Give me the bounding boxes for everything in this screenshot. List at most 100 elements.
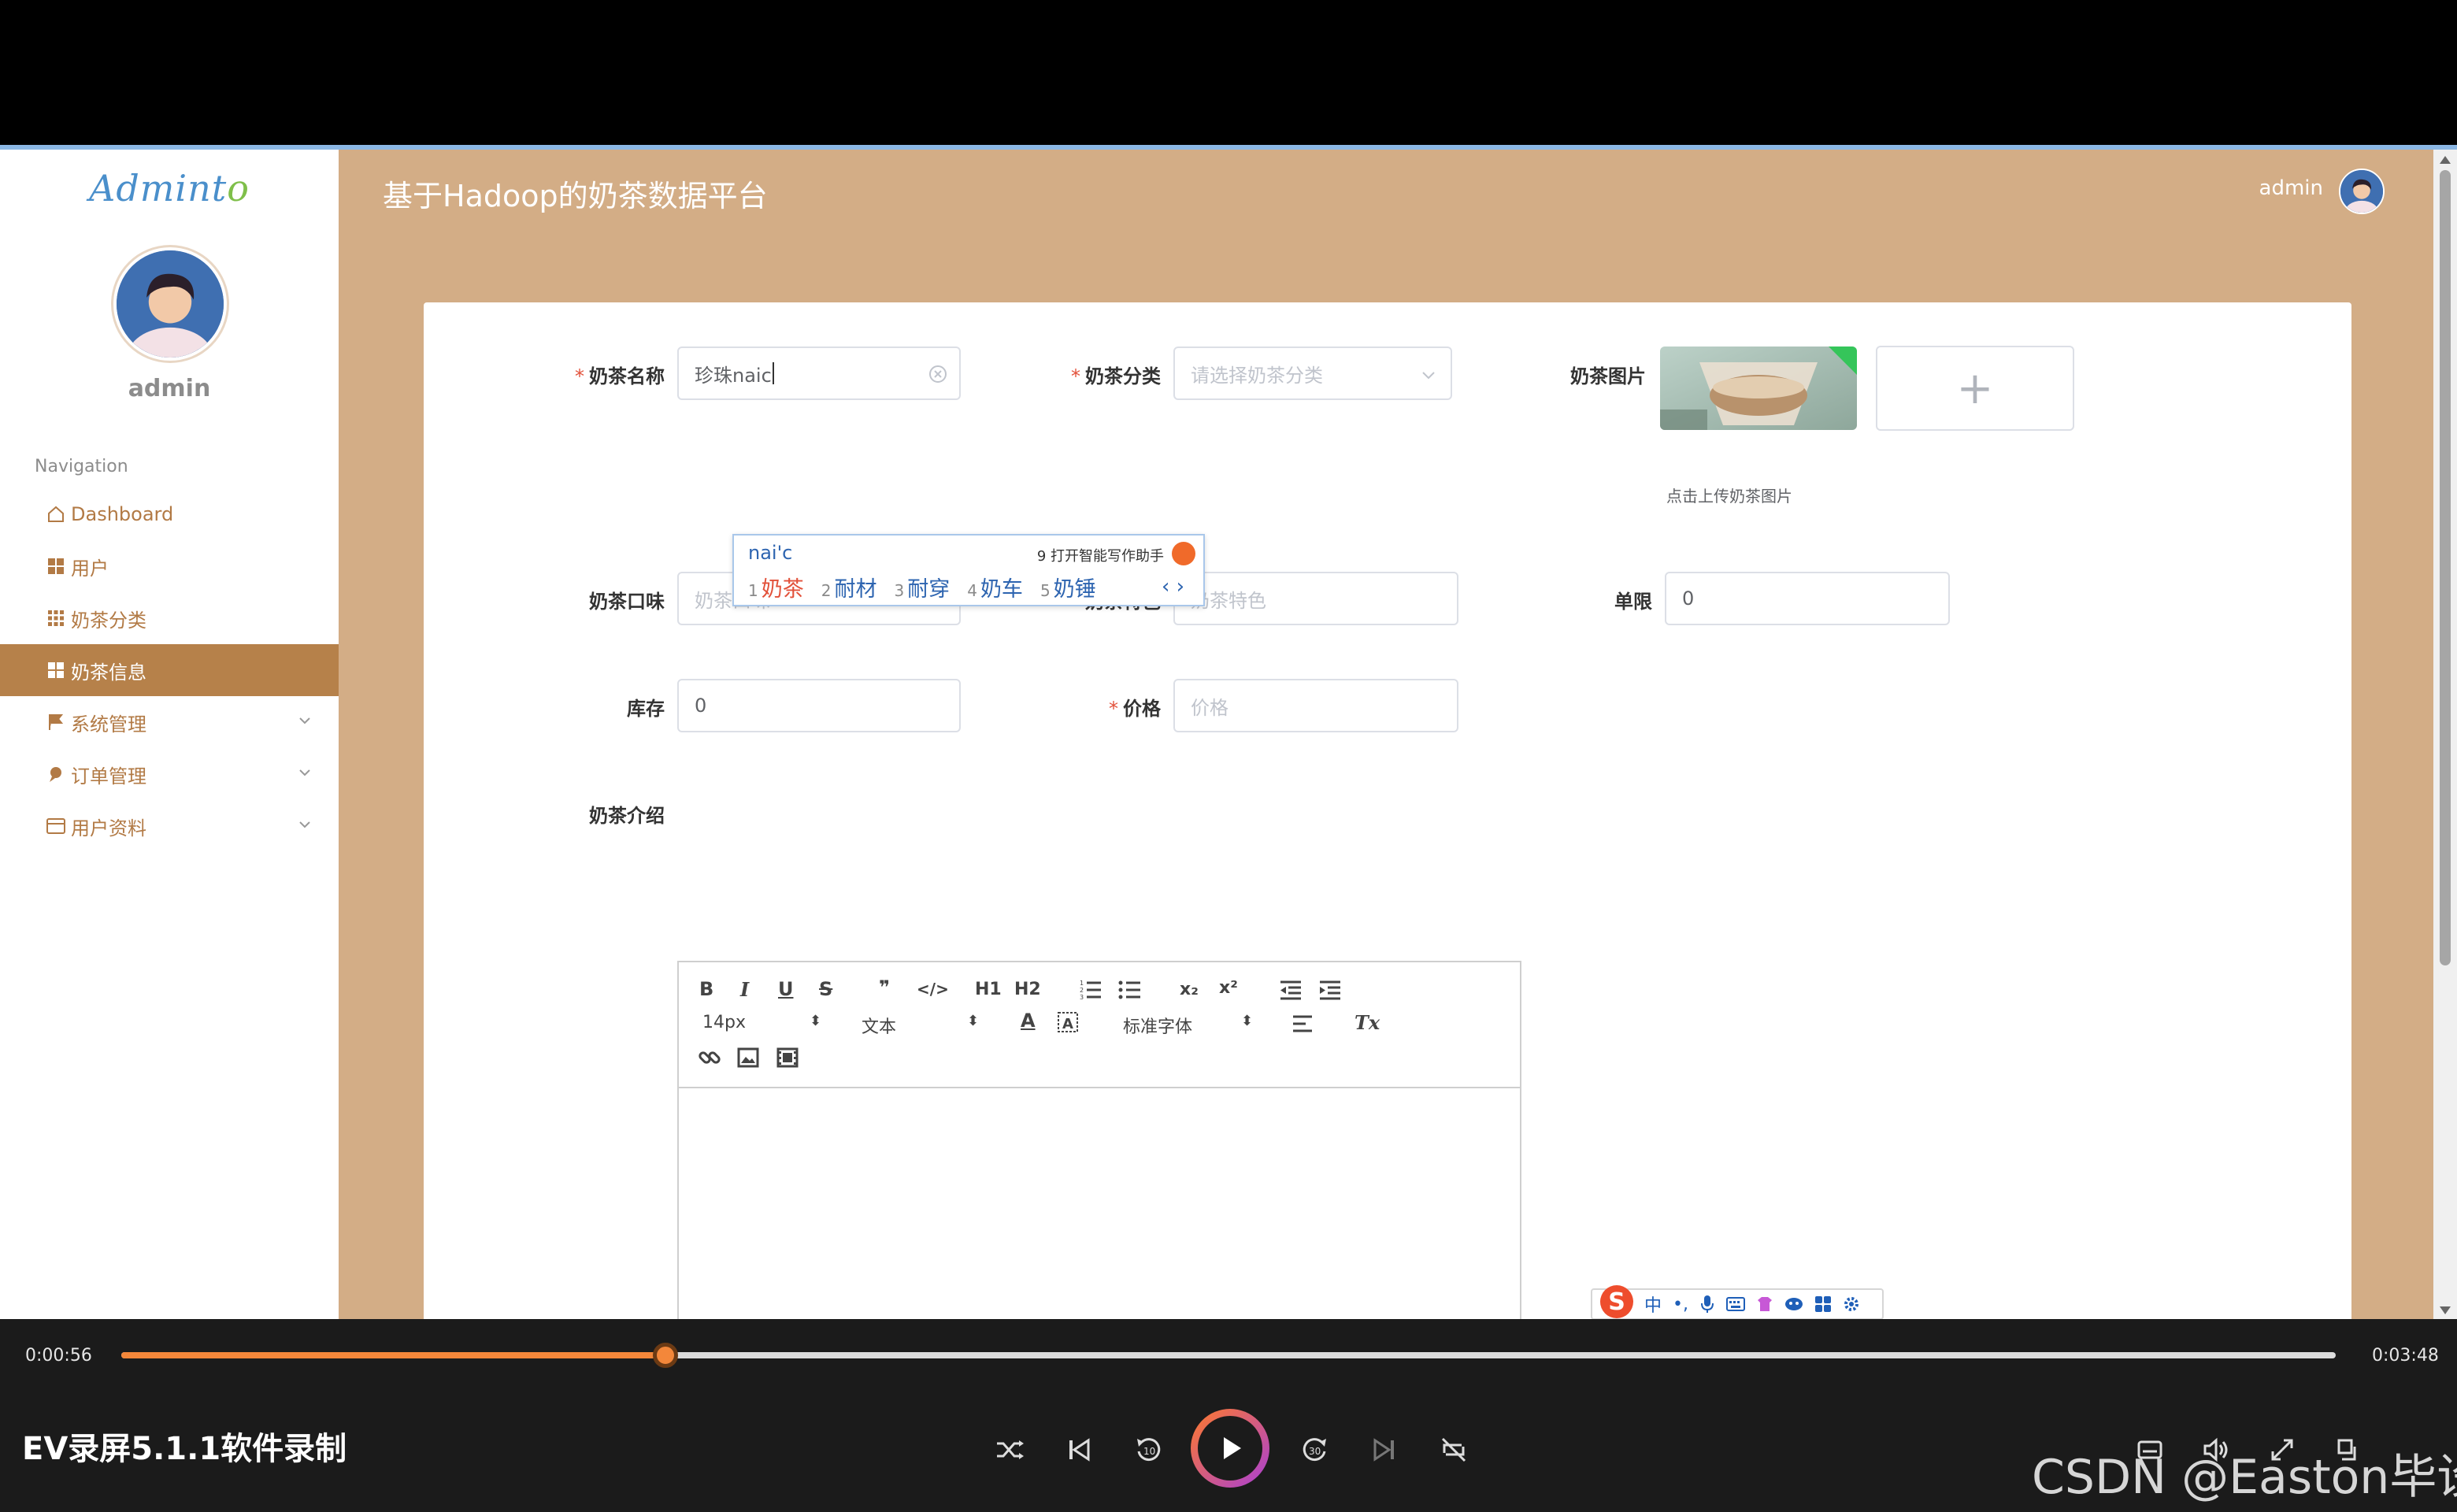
code-button[interactable]: </> xyxy=(917,980,949,999)
background-color-icon[interactable]: A xyxy=(1057,1011,1079,1033)
scroll-thumb[interactable] xyxy=(2440,170,2451,965)
italic-button[interactable]: I xyxy=(740,978,749,1001)
next-button[interactable] xyxy=(1366,1431,1403,1469)
svg-text:1: 1 xyxy=(1080,980,1084,987)
ime-pinyin: nai'c xyxy=(748,542,793,564)
chevron-down-icon xyxy=(1422,372,1435,380)
app-window: Adminto admin Navigation Dashboard 用户 奶茶… xyxy=(0,150,2433,1319)
skin-icon[interactable] xyxy=(1756,1295,1773,1313)
settings-icon[interactable] xyxy=(1843,1295,1860,1313)
image-icon[interactable] xyxy=(737,1047,759,1068)
ime-mode-indicator[interactable]: 中 xyxy=(1644,1292,1662,1317)
ime-candidate[interactable]: 1 奶茶 xyxy=(748,572,804,602)
grid-icon xyxy=(46,556,66,576)
outdent-icon[interactable] xyxy=(1279,980,1303,1000)
ordered-list-icon[interactable]: 123 xyxy=(1079,980,1102,1000)
h1-button[interactable]: H1 xyxy=(975,980,1002,999)
clear-format-button[interactable]: Tx xyxy=(1354,1011,1380,1034)
limit-input[interactable]: 0 xyxy=(1665,572,1950,625)
shuffle-button[interactable] xyxy=(991,1431,1028,1469)
sidebar-item-profile[interactable]: 用户资料 xyxy=(0,800,339,852)
page-scrollbar[interactable] xyxy=(2433,150,2457,1319)
font-family-select[interactable]: 标准字体 ⬍ xyxy=(1123,1013,1253,1038)
updown-icon: ⬍ xyxy=(1241,1013,1254,1029)
toolbox-icon[interactable] xyxy=(1814,1295,1832,1313)
previous-button[interactable] xyxy=(1060,1431,1098,1469)
ime-assist-icon[interactable] xyxy=(1172,542,1195,565)
price-input[interactable]: 价格 xyxy=(1173,679,1458,732)
flavor-label: 奶茶口味 xyxy=(589,591,665,613)
header-username[interactable]: admin xyxy=(2259,176,2323,200)
quote-button[interactable]: ❞ xyxy=(879,976,890,999)
sogou-ime-toolbar[interactable]: S 中 •, xyxy=(1591,1285,1884,1319)
uploaded-image[interactable] xyxy=(1660,346,1857,430)
upload-add-button[interactable]: + xyxy=(1876,346,2074,431)
svg-text:3: 3 xyxy=(1080,994,1084,1000)
strike-button[interactable]: S xyxy=(819,978,832,1000)
subscript-button[interactable]: x₂ xyxy=(1180,980,1199,999)
name-input[interactable]: 珍珠naic xyxy=(677,346,961,400)
header-avatar[interactable] xyxy=(2339,169,2385,214)
loop-button[interactable] xyxy=(1435,1431,1473,1469)
feature-input[interactable]: 奶茶特色 xyxy=(1173,572,1458,625)
current-time: 0:00:56 xyxy=(25,1346,92,1366)
ime-candidate[interactable]: 5 奶锤 xyxy=(1040,572,1096,602)
bullet-list-icon[interactable] xyxy=(1118,980,1142,1000)
seek-progress xyxy=(121,1352,665,1358)
sidebar-item-tea-info[interactable]: 奶茶信息 xyxy=(0,644,339,696)
keyboard-icon[interactable] xyxy=(1726,1296,1745,1312)
category-select[interactable]: 请选择奶茶分类 xyxy=(1173,346,1452,400)
emoji-icon[interactable] xyxy=(1784,1296,1803,1312)
chevron-down-icon xyxy=(299,821,310,828)
ime-candidate[interactable]: 2 耐材 xyxy=(821,572,877,602)
play-button[interactable] xyxy=(1191,1409,1269,1488)
sidebar-item-category[interactable]: 奶茶分类 xyxy=(0,592,339,644)
svg-text:A: A xyxy=(1062,1016,1073,1032)
sidebar-item-label: 奶茶分类 xyxy=(71,609,146,632)
sogou-logo-icon[interactable]: S xyxy=(1600,1285,1633,1318)
sidebar-item-users[interactable]: 用户 xyxy=(0,540,339,592)
indent-icon[interactable] xyxy=(1318,980,1342,1000)
microphone-icon[interactable] xyxy=(1699,1295,1715,1314)
sidebar-item-label: Dashboard xyxy=(71,503,174,525)
rewind-button[interactable]: 10 xyxy=(1129,1431,1167,1469)
video-letterbox-top xyxy=(0,0,2457,145)
ime-pager[interactable]: ‹ › xyxy=(1162,575,1184,598)
link-icon[interactable] xyxy=(698,1046,721,1069)
sidebar-item-dashboard[interactable]: Dashboard xyxy=(0,488,339,540)
bold-button[interactable]: B xyxy=(699,978,713,1000)
block-format-select[interactable]: 文本 ⬍ xyxy=(862,1013,979,1038)
ime-candidate[interactable]: 4 奶车 xyxy=(967,572,1023,602)
underline-button[interactable]: U xyxy=(778,978,794,1000)
h2-button[interactable]: H2 xyxy=(1014,980,1041,999)
name-label: * 奶茶名称 xyxy=(575,365,665,387)
sidebar-item-orders[interactable]: 订单管理 xyxy=(0,748,339,800)
forward-button[interactable]: 30 xyxy=(1296,1431,1334,1469)
stock-input[interactable]: 0 xyxy=(677,679,961,732)
brand-logo[interactable]: Adminto xyxy=(0,167,339,209)
video-icon[interactable] xyxy=(776,1047,799,1068)
font-color-button[interactable]: A xyxy=(1021,1010,1036,1032)
editor-content[interactable] xyxy=(679,1088,1520,1319)
seek-bar[interactable] xyxy=(121,1343,2336,1368)
sidebar-item-label: 奶茶信息 xyxy=(71,661,146,684)
align-icon[interactable] xyxy=(1292,1014,1314,1033)
scroll-up-arrow-icon[interactable] xyxy=(2440,156,2451,164)
superscript-button[interactable]: x² xyxy=(1219,978,1238,998)
rich-text-editor: B I U S ❞ </> H1 H2 123 x₂ x² 14px ⬍ 文本 ⬍ … xyxy=(677,961,1521,1319)
punctuation-icon[interactable]: •, xyxy=(1673,1295,1688,1314)
image-label: 奶茶图片 xyxy=(1570,365,1646,387)
ime-candidates: 1 奶茶 2 耐材 3 耐穿 4 奶车 5 奶锤 xyxy=(748,572,1096,602)
recording-title: EV录屏5.1.1软件录制 xyxy=(22,1431,347,1467)
ime-candidate[interactable]: 3 耐穿 xyxy=(894,572,950,602)
ime-assist-button[interactable]: 9 打开智能写作助手 xyxy=(1037,545,1164,565)
clear-icon[interactable] xyxy=(928,364,948,384)
sidebar-item-label: 订单管理 xyxy=(71,765,146,788)
card-icon xyxy=(46,816,66,836)
sidebar-item-system[interactable]: 系统管理 xyxy=(0,696,339,748)
svg-text:10: 10 xyxy=(1143,1446,1155,1457)
scroll-down-arrow-icon[interactable] xyxy=(2440,1306,2451,1314)
avatar[interactable] xyxy=(113,247,227,361)
seek-handle[interactable] xyxy=(652,1343,678,1368)
font-size-select[interactable]: 14px ⬍ xyxy=(702,1013,821,1032)
